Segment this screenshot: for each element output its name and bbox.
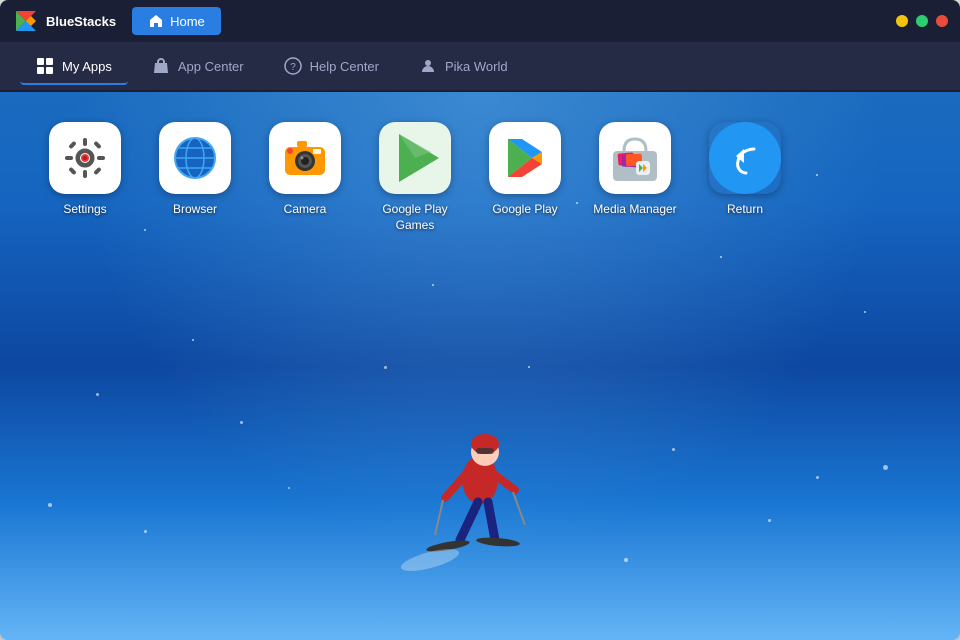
window-controls [896,15,948,27]
nav-item-my-apps[interactable]: My Apps [20,49,128,85]
home-tab[interactable]: Home [132,7,221,35]
app-google-play[interactable]: Google Play [480,122,570,233]
return-icon-wrapper [709,122,781,194]
main-window: BlueStacks Home [0,0,960,640]
camera-label: Camera [284,202,327,218]
gpg-icon [379,122,451,194]
maximize-button[interactable] [916,15,928,27]
person-icon [419,57,437,75]
nav-item-pika-world[interactable]: Pika World [403,49,524,83]
main-content: Settings [0,92,960,640]
bag-icon [152,57,170,75]
nav-item-help-center[interactable]: ? Help Center [268,49,395,83]
bluestacks-logo-icon [12,7,40,35]
browser-label: Browser [173,202,217,218]
app-google-play-games[interactable]: Google Play Games [370,122,460,233]
nav-label-help-center: Help Center [310,59,379,74]
browser-icon-wrapper [159,122,231,194]
svg-text:?: ? [290,62,296,73]
settings-icon-wrapper [49,122,121,194]
minimize-button[interactable] [896,15,908,27]
home-tab-label: Home [170,14,205,29]
return-icon [709,122,781,194]
skier-image [330,360,630,640]
question-icon: ? [284,57,302,75]
apps-section: Settings [0,112,960,243]
nav-item-app-center[interactable]: App Center [136,49,260,83]
return-label: Return [727,202,763,218]
app-media-manager[interactable]: Media Manager [590,122,680,233]
camera-icon-wrapper [269,122,341,194]
title-bar: BlueStacks Home [0,0,960,42]
app-return[interactable]: Return [700,122,790,233]
media-icon [599,122,671,194]
nav-bar: My Apps App Center ? Help Center [0,42,960,92]
settings-label: Settings [63,202,106,218]
nav-label-app-center: App Center [178,59,244,74]
media-icon-wrapper [599,122,671,194]
camera-icon [269,122,341,194]
app-settings[interactable]: Settings [40,122,130,233]
close-button[interactable] [936,15,948,27]
media-label: Media Manager [593,202,676,218]
gplay-icon [489,122,561,194]
nav-label-pika-world: Pika World [445,59,508,74]
gpg-icon-wrapper [379,122,451,194]
apps-grid: Settings [40,122,920,233]
settings-icon [49,122,121,194]
nav-label-my-apps: My Apps [62,59,112,74]
logo-text: BlueStacks [46,14,116,29]
gplay-label: Google Play [492,202,557,218]
bluestacks-logo: BlueStacks [12,7,116,35]
gpg-label: Google Play Games [370,202,460,233]
gplay-icon-wrapper [489,122,561,194]
home-icon [148,13,164,29]
app-camera[interactable]: Camera [260,122,350,233]
app-browser[interactable]: Browser [150,122,240,233]
browser-icon [159,122,231,194]
grid-icon [36,57,54,75]
